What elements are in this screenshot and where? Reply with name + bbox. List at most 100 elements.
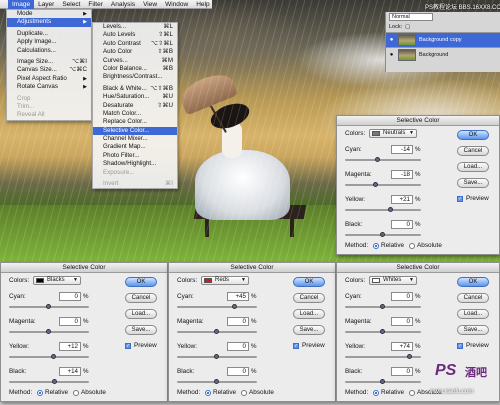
method-relative-radio[interactable] [205,390,211,396]
menubar-item[interactable]: Image [8,0,35,9]
menu-item[interactable]: Reveal All [7,111,91,119]
ok-button[interactable]: OK [293,277,325,287]
ok-button[interactable]: OK [457,277,489,287]
slider-thumb[interactable] [214,379,219,384]
preview-checkbox[interactable]: ✓ [457,343,463,349]
menubar-item[interactable]: Layer [34,0,58,9]
colors-select[interactable]: Whites ▼ [369,276,417,285]
menu-item[interactable]: Duplicate... [7,30,91,38]
slider-value-field[interactable]: +12 [59,342,81,351]
menu-item[interactable]: Invert ⌘I [93,180,177,188]
menu-item[interactable]: Auto Color ⇧⌘B [93,48,177,56]
method-absolute-radio[interactable] [409,243,415,249]
slider-thumb[interactable] [51,379,57,384]
slider-track[interactable] [177,354,257,359]
menu-item[interactable]: Brightness/Contrast... [93,73,177,81]
menu-item[interactable]: Gradient Map... [93,143,177,151]
slider-value-field[interactable]: 0 [59,317,81,326]
cancel-button[interactable]: Cancel [457,293,489,303]
eye-icon[interactable]: ● [388,52,395,59]
slider-thumb[interactable] [50,354,56,359]
menubar-item[interactable]: Select [58,0,84,9]
menu-item[interactable]: Shadow/Highlight... [93,160,177,168]
colors-select[interactable]: Neutrals ▼ [369,129,417,138]
menu-item[interactable]: Calculations... [7,47,91,55]
eye-icon[interactable]: ● [388,37,395,44]
slider-value-field[interactable]: +74 [391,342,413,351]
slider-track[interactable] [177,304,257,309]
slider-value-field[interactable]: -18 [391,170,413,179]
menu-item[interactable]: Rotate Canvas ▶ [7,83,91,91]
slider-track[interactable] [177,379,257,384]
menu-item[interactable]: Image Size... ⌥⌘I [7,58,91,66]
slider-thumb[interactable] [380,304,385,309]
slider-track[interactable] [345,207,421,212]
slider-track[interactable] [345,232,421,237]
slider-thumb[interactable] [214,329,219,334]
slider-thumb[interactable] [46,304,51,309]
menu-item[interactable]: Exposure... [93,169,177,177]
slider-track[interactable] [9,354,89,359]
menu-item[interactable]: Adjustments ▶ [7,18,91,27]
slider-thumb[interactable] [46,329,51,334]
menubar-item[interactable]: View [139,0,161,9]
colors-select[interactable]: Blacks ▼ [33,276,81,285]
slider-value-field[interactable]: 0 [59,292,81,301]
slider-thumb[interactable] [380,329,385,334]
menu-item[interactable]: Black & White... ⌥⇧⌘B [93,85,177,93]
preview-checkbox[interactable]: ✓ [293,343,299,349]
ok-button[interactable]: OK [125,277,157,287]
menu-item[interactable]: Desaturate ⇧⌘U [93,102,177,110]
slider-value-field[interactable]: 0 [227,367,249,376]
menu-item[interactable]: Auto Levels ⇧⌘L [93,31,177,39]
slider-thumb[interactable] [231,304,237,309]
layer-row[interactable]: ● Background copy [386,32,500,47]
slider-thumb[interactable] [380,232,385,237]
slider-track[interactable] [9,304,89,309]
save-button[interactable]: Save... [457,178,489,188]
menu-item[interactable]: Trim... [7,103,91,111]
slider-thumb[interactable] [380,379,385,384]
save-button[interactable]: Save... [457,325,489,335]
cancel-button[interactable]: Cancel [125,293,157,303]
menubar-item[interactable]: Filter [84,0,106,9]
save-button[interactable]: Save... [125,325,157,335]
method-absolute-radio[interactable] [409,390,415,396]
slider-track[interactable] [9,329,89,334]
slider-track[interactable] [345,379,421,384]
method-relative-radio[interactable] [373,243,379,249]
menu-item[interactable]: Color Balance... ⌘B [93,65,177,73]
cancel-button[interactable]: Cancel [293,293,325,303]
load-button[interactable]: Load... [125,309,157,319]
preview-checkbox[interactable]: ✓ [125,343,131,349]
slider-track[interactable] [345,182,421,187]
slider-track[interactable] [9,379,89,384]
preview-checkbox[interactable]: ✓ [457,196,463,202]
slider-track[interactable] [345,157,421,162]
menu-item[interactable]: Match Color... [93,110,177,118]
blend-mode-select[interactable]: Normal [389,13,433,21]
slider-thumb[interactable] [406,354,412,359]
slider-thumb[interactable] [214,354,219,359]
slider-value-field[interactable]: +45 [227,292,249,301]
slider-thumb[interactable] [387,207,393,212]
method-absolute-radio[interactable] [73,390,79,396]
slider-value-field[interactable]: 0 [391,292,413,301]
lock-icon[interactable]: ▢ [405,24,410,30]
slider-value-field[interactable]: +14 [59,367,81,376]
slider-value-field[interactable]: +21 [391,195,413,204]
menu-item[interactable]: Crop [7,95,91,103]
slider-track[interactable] [345,354,421,359]
method-relative-radio[interactable] [373,390,379,396]
slider-track[interactable] [177,329,257,334]
slider-value-field[interactable]: 0 [227,342,249,351]
menu-item[interactable]: Levels... ⌘L [93,23,177,31]
method-relative-radio[interactable] [37,390,43,396]
slider-thumb[interactable] [374,157,380,162]
menu-item[interactable]: Photo Filter... [93,152,177,160]
menu-item[interactable]: Auto Contrast ⌥⇧⌘L [93,40,177,48]
menu-item[interactable]: Pixel Aspect Ratio ▶ [7,75,91,83]
slider-track[interactable] [345,329,421,334]
cancel-button[interactable]: Cancel [457,146,489,156]
menu-item[interactable]: Mode ▶ [7,10,91,18]
